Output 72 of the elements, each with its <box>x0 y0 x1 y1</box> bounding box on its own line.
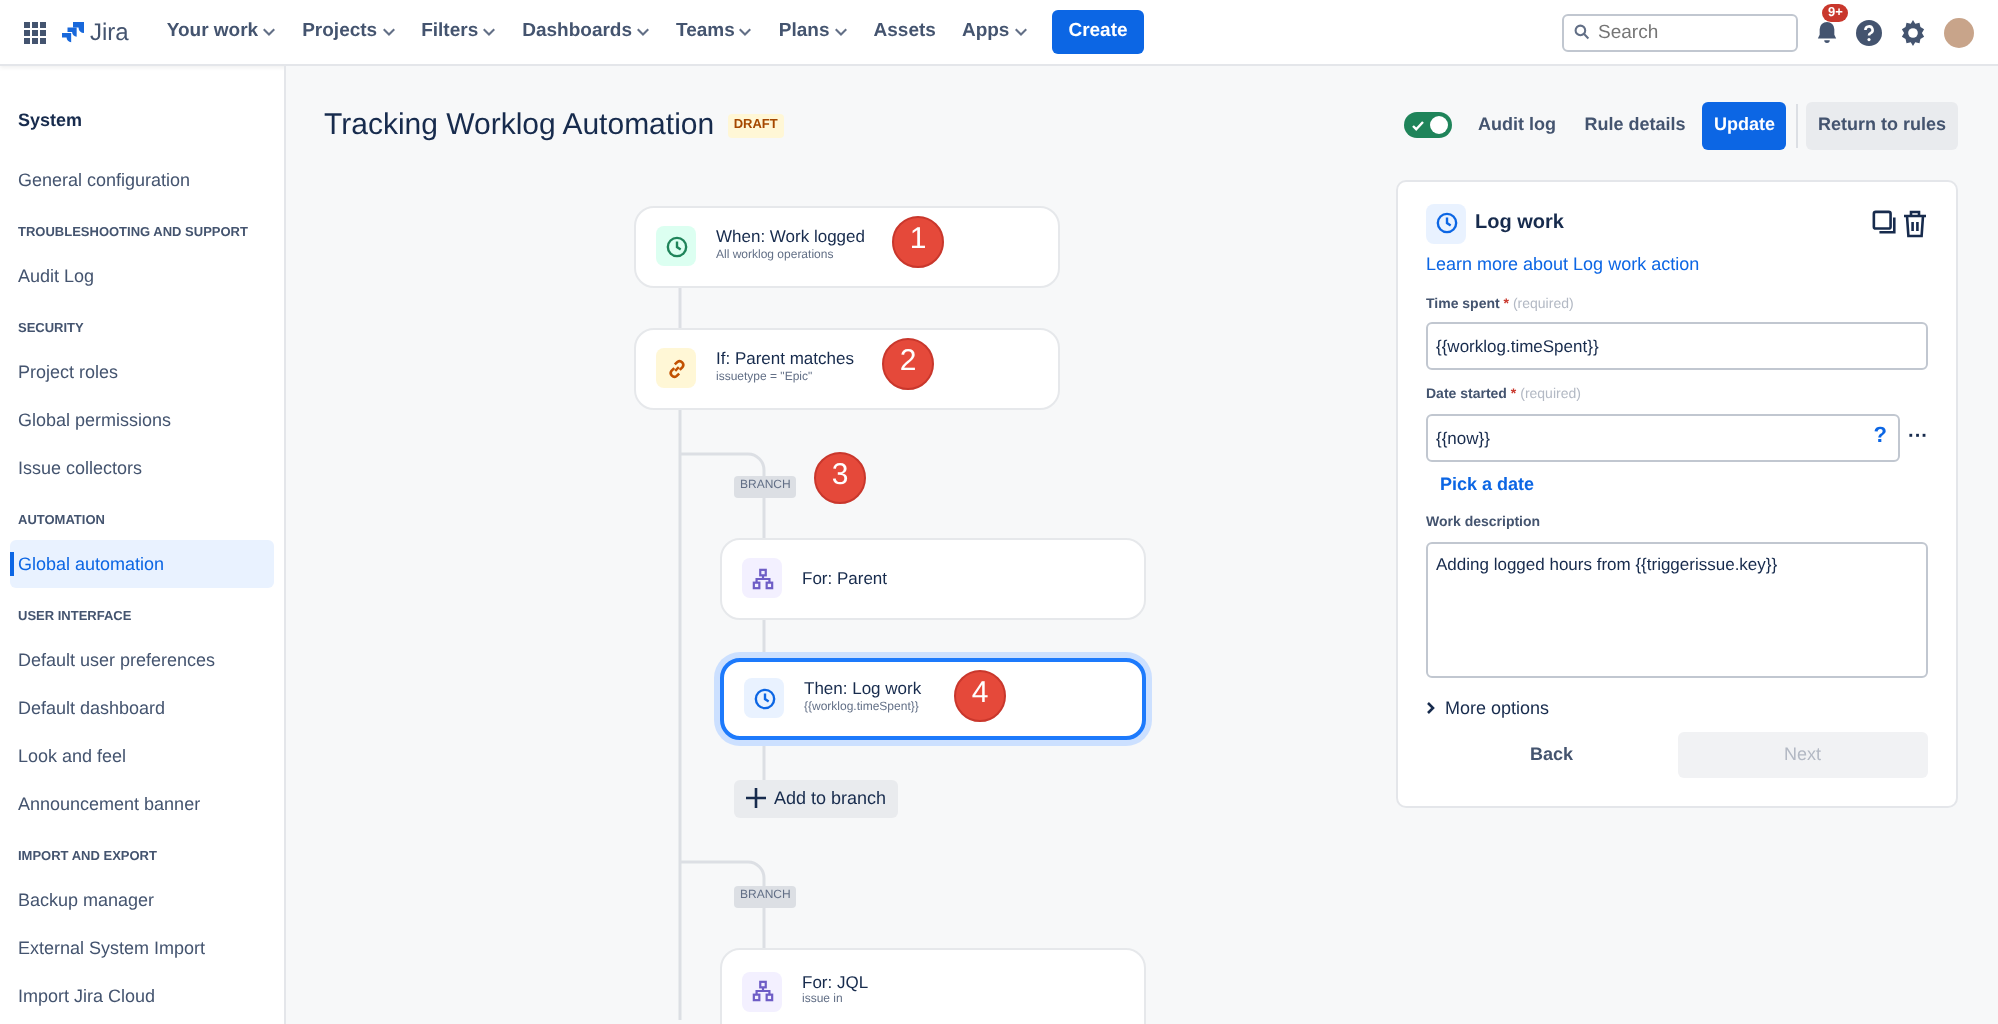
sidebar-item[interactable]: General configuration <box>10 156 274 204</box>
pick-date-link[interactable]: Pick a date <box>1440 471 1535 498</box>
time-spent-field[interactable]: {{worklog.timeSpent}} <box>1426 322 1928 370</box>
app-grid-icon[interactable] <box>24 21 46 43</box>
caret-icon <box>1013 23 1028 38</box>
caret-icon <box>636 23 651 38</box>
header-link-button[interactable]: Rule details <box>1572 102 1698 149</box>
update-button[interactable]: Update <box>1701 102 1787 149</box>
caret-icon <box>482 23 497 38</box>
nav-menu-item[interactable]: Projects <box>292 11 406 53</box>
caret-icon <box>738 23 753 38</box>
nav-menu-item[interactable]: Assets <box>863 11 946 53</box>
nav-menu-item[interactable]: Teams <box>666 11 763 53</box>
step-title: Then: Log work <box>804 678 922 700</box>
sidebar-item[interactable]: Look and feel <box>10 732 274 780</box>
sidebar-item[interactable]: Issue collectors <box>10 444 274 492</box>
settings-icon[interactable] <box>1900 19 1926 45</box>
nav-menu-item[interactable]: Your work <box>156 11 287 53</box>
caret-icon <box>381 23 396 38</box>
clock-icon <box>744 678 784 718</box>
copy-icon[interactable] <box>1871 210 1898 236</box>
search-field[interactable]: Search <box>1562 13 1798 51</box>
sidebar-item[interactable]: Default user preferences <box>10 636 274 684</box>
caret-icon <box>833 23 848 38</box>
chevron-right-icon[interactable] <box>1426 702 1436 715</box>
step-title: When: Work logged <box>716 226 865 248</box>
branch-icon <box>742 971 782 1011</box>
header-link-button[interactable]: Audit log <box>1465 102 1568 149</box>
sidebar-item[interactable]: Announcement banner <box>10 780 274 828</box>
sidebar-item[interactable]: Project roles <box>10 348 274 396</box>
nav-menu-item[interactable]: Dashboards <box>512 11 661 53</box>
sidebar-item[interactable]: External System Import <box>10 924 274 972</box>
caret-icon <box>262 23 277 38</box>
sidebar-item[interactable]: Audit Log <box>10 252 274 300</box>
link-icon <box>656 348 696 388</box>
plus-icon <box>746 788 766 809</box>
sidebar-item[interactable]: Backup manager <box>10 876 274 924</box>
branch-icon <box>742 558 782 598</box>
sidebar-item[interactable]: Global automation <box>10 540 274 588</box>
logo-icon <box>62 21 84 43</box>
nav-menu-item[interactable]: Apps <box>951 11 1038 53</box>
sidebar-title: System <box>16 108 85 134</box>
sidebar-item[interactable]: Global permissions <box>10 396 274 444</box>
notifications-bell-icon[interactable] <box>1816 20 1838 44</box>
delete-icon[interactable] <box>1902 209 1928 237</box>
step-title: For: JQL <box>802 971 869 992</box>
clock-icon <box>1426 203 1466 243</box>
step-title: For: Parent <box>802 567 888 589</box>
check-icon <box>1412 119 1425 132</box>
enabled-toggle[interactable] <box>1404 112 1453 139</box>
help-icon[interactable] <box>1856 19 1882 45</box>
nav-menu-item[interactable]: Plans <box>768 11 858 53</box>
help-link[interactable]: Learn more about Log work action <box>1426 252 1700 279</box>
step-number-marker: 3 <box>814 451 866 503</box>
more-options-toggle[interactable]: More options <box>1445 695 1550 722</box>
clock-icon <box>656 226 696 266</box>
sidebar-item[interactable]: Import Jira Cloud <box>10 972 274 1020</box>
add-to-branch-button[interactable]: Add to branch <box>734 779 899 818</box>
rule-title: Tracking Worklog Automation <box>324 105 715 145</box>
description-field[interactable]: Adding logged hours from {{triggerissue.key}} <box>1426 541 1928 677</box>
return-to-rules-button[interactable]: Return to rules <box>1805 102 1958 149</box>
search-icon <box>1574 23 1590 39</box>
sidebar-item[interactable]: Default dashboard <box>10 684 274 732</box>
step-title: If: Parent matches <box>716 348 854 370</box>
more-button[interactable]: ··· <box>1908 422 1928 452</box>
product-name[interactable]: Jira <box>90 14 129 50</box>
back-button[interactable]: Back <box>1426 731 1677 778</box>
help-button[interactable]: ? <box>1873 421 1887 449</box>
nav-menu-item[interactable]: Filters <box>411 11 507 53</box>
create-button[interactable]: Create <box>1052 9 1144 55</box>
rule-step-card[interactable]: For: Parent <box>720 537 1146 619</box>
panel-title: Log work <box>1475 210 1564 238</box>
